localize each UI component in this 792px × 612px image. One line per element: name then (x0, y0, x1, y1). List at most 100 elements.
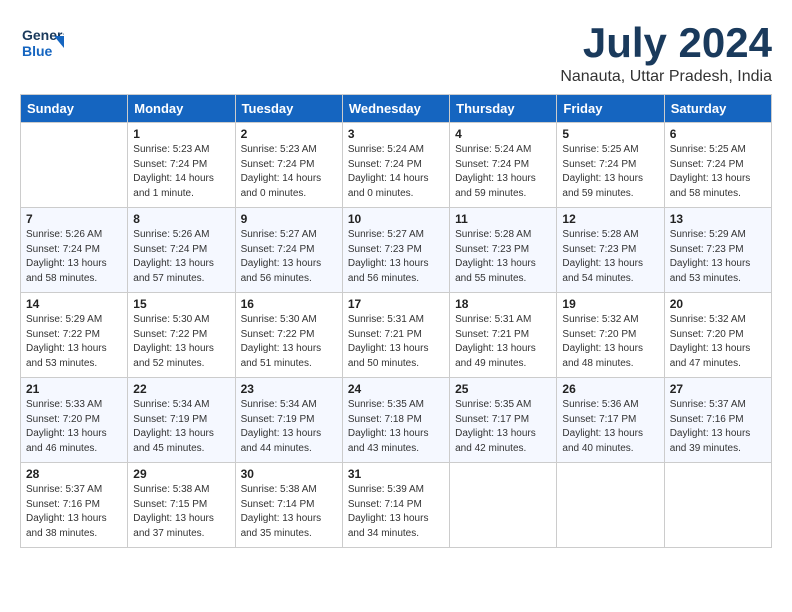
day-number: 7 (26, 212, 122, 226)
calendar-cell: 4Sunrise: 5:24 AMSunset: 7:24 PMDaylight… (450, 123, 557, 208)
day-number: 6 (670, 127, 766, 141)
day-info: Sunrise: 5:34 AMSunset: 7:19 PMDaylight:… (133, 398, 229, 456)
calendar-cell: 1 Sunrise: 5:23 AMSunset: 7:24 PMDaylight… (128, 123, 235, 208)
day-info: Sunrise: 5:38 AMSunset: 7:14 PMDaylight:… (241, 483, 337, 541)
calendar-cell: 8 Sunrise: 5:26 AMSunset: 7:24 PMDaylight… (128, 208, 235, 293)
calendar-cell (557, 463, 664, 548)
calendar-cell: 19Sunrise: 5:32 AMSunset: 7:20 PMDayligh… (557, 293, 664, 378)
day-number: 10 (348, 212, 444, 226)
day-number: 13 (670, 212, 766, 226)
day-number: 20 (670, 297, 766, 311)
day-number: 28 (26, 467, 122, 481)
calendar-cell: 13 Sunrise: 5:29 AMSunset: 7:23 PMDayligh… (664, 208, 771, 293)
day-number: 1 (133, 127, 229, 141)
day-info: Sunrise: 5:23 AMSunset: 7:24 PMDaylight:… (133, 143, 229, 201)
day-number: 9 (241, 212, 337, 226)
day-number: 2 (241, 127, 337, 141)
day-number: 31 (348, 467, 444, 481)
calendar-cell: 14Sunrise: 5:29 AMSunset: 7:22 PMDayligh… (21, 293, 128, 378)
col-header-tuesday: Tuesday (235, 95, 342, 123)
calendar-table: SundayMondayTuesdayWednesdayThursdayFrid… (20, 94, 772, 548)
calendar-cell: 22Sunrise: 5:34 AMSunset: 7:19 PMDayligh… (128, 378, 235, 463)
calendar-cell: 9 Sunrise: 5:27 AMSunset: 7:24 PMDaylight… (235, 208, 342, 293)
calendar-week-2: 7 Sunrise: 5:26 AMSunset: 7:24 PMDaylight… (21, 208, 772, 293)
day-number: 5 (562, 127, 658, 141)
col-header-sunday: Sunday (21, 95, 128, 123)
day-info: Sunrise: 5:26 AMSunset: 7:24 PMDaylight:… (133, 228, 229, 286)
calendar-cell: 7 Sunrise: 5:26 AMSunset: 7:24 PMDaylight… (21, 208, 128, 293)
calendar-cell: 27 Sunrise: 5:37 AMSunset: 7:16 PMDayligh… (664, 378, 771, 463)
calendar-cell: 29 Sunrise: 5:38 AMSunset: 7:15 PMDayligh… (128, 463, 235, 548)
calendar-cell (664, 463, 771, 548)
calendar-cell: 15 Sunrise: 5:30 AMSunset: 7:22 PMDayligh… (128, 293, 235, 378)
day-number: 29 (133, 467, 229, 481)
day-info: Sunrise: 5:24 AMSunset: 7:24 PMDaylight:… (348, 143, 444, 201)
calendar-week-1: 1 Sunrise: 5:23 AMSunset: 7:24 PMDaylight… (21, 123, 772, 208)
day-info: Sunrise: 5:27 AMSunset: 7:24 PMDaylight:… (241, 228, 337, 286)
day-info: Sunrise: 5:30 AMSunset: 7:22 PMDaylight:… (133, 313, 229, 371)
day-number: 26 (562, 382, 658, 396)
day-info: Sunrise: 5:28 AMSunset: 7:23 PMDaylight:… (455, 228, 551, 286)
day-number: 18 (455, 297, 551, 311)
day-number: 12 (562, 212, 658, 226)
col-header-saturday: Saturday (664, 95, 771, 123)
calendar-cell: 28Sunrise: 5:37 AMSunset: 7:16 PMDayligh… (21, 463, 128, 548)
calendar-cell: 24Sunrise: 5:35 AMSunset: 7:18 PMDayligh… (342, 378, 449, 463)
day-number: 30 (241, 467, 337, 481)
day-info: Sunrise: 5:32 AMSunset: 7:20 PMDaylight:… (670, 313, 766, 371)
svg-text:Blue: Blue (22, 43, 53, 59)
day-number: 24 (348, 382, 444, 396)
header-row: SundayMondayTuesdayWednesdayThursdayFrid… (21, 95, 772, 123)
logo: General Blue (20, 20, 68, 64)
header: General Blue July 2024 Nanauta, Uttar Pr… (20, 20, 772, 86)
col-header-friday: Friday (557, 95, 664, 123)
calendar-cell: 30 Sunrise: 5:38 AMSunset: 7:14 PMDayligh… (235, 463, 342, 548)
day-number: 19 (562, 297, 658, 311)
day-number: 3 (348, 127, 444, 141)
calendar-cell: 6 Sunrise: 5:25 AMSunset: 7:24 PMDaylight… (664, 123, 771, 208)
calendar-cell: 16Sunrise: 5:30 AMSunset: 7:22 PMDayligh… (235, 293, 342, 378)
calendar-cell: 10 Sunrise: 5:27 AMSunset: 7:23 PMDayligh… (342, 208, 449, 293)
calendar-cell: 17 Sunrise: 5:31 AMSunset: 7:21 PMDayligh… (342, 293, 449, 378)
svg-text:General: General (22, 27, 64, 43)
main-title: July 2024 (560, 20, 772, 66)
day-number: 17 (348, 297, 444, 311)
calendar-cell: 25Sunrise: 5:35 AMSunset: 7:17 PMDayligh… (450, 378, 557, 463)
day-info: Sunrise: 5:34 AMSunset: 7:19 PMDaylight:… (241, 398, 337, 456)
page-container: General Blue July 2024 Nanauta, Uttar Pr… (20, 20, 772, 548)
day-number: 11 (455, 212, 551, 226)
day-info: Sunrise: 5:38 AMSunset: 7:15 PMDaylight:… (133, 483, 229, 541)
day-number: 8 (133, 212, 229, 226)
day-info: Sunrise: 5:28 AMSunset: 7:23 PMDaylight:… (562, 228, 658, 286)
calendar-cell (21, 123, 128, 208)
day-info: Sunrise: 5:29 AMSunset: 7:23 PMDaylight:… (670, 228, 766, 286)
calendar-cell: 5 Sunrise: 5:25 AMSunset: 7:24 PMDaylight… (557, 123, 664, 208)
day-info: Sunrise: 5:36 AMSunset: 7:17 PMDaylight:… (562, 398, 658, 456)
day-info: Sunrise: 5:25 AMSunset: 7:24 PMDaylight:… (562, 143, 658, 201)
day-info: Sunrise: 5:24 AMSunset: 7:24 PMDaylight:… (455, 143, 551, 201)
day-info: Sunrise: 5:39 AMSunset: 7:14 PMDaylight:… (348, 483, 444, 541)
day-number: 27 (670, 382, 766, 396)
day-info: Sunrise: 5:35 AMSunset: 7:17 PMDaylight:… (455, 398, 551, 456)
col-header-monday: Monday (128, 95, 235, 123)
subtitle: Nanauta, Uttar Pradesh, India (560, 68, 772, 86)
day-info: Sunrise: 5:25 AMSunset: 7:24 PMDaylight:… (670, 143, 766, 201)
day-info: Sunrise: 5:26 AMSunset: 7:24 PMDaylight:… (26, 228, 122, 286)
day-info: Sunrise: 5:37 AMSunset: 7:16 PMDaylight:… (670, 398, 766, 456)
title-area: July 2024 Nanauta, Uttar Pradesh, India (560, 20, 772, 86)
day-number: 14 (26, 297, 122, 311)
calendar-week-3: 14Sunrise: 5:29 AMSunset: 7:22 PMDayligh… (21, 293, 772, 378)
calendar-cell: 11 Sunrise: 5:28 AMSunset: 7:23 PMDayligh… (450, 208, 557, 293)
calendar-cell: 2Sunrise: 5:23 AMSunset: 7:24 PMDaylight… (235, 123, 342, 208)
calendar-week-5: 28Sunrise: 5:37 AMSunset: 7:16 PMDayligh… (21, 463, 772, 548)
day-info: Sunrise: 5:33 AMSunset: 7:20 PMDaylight:… (26, 398, 122, 456)
day-info: Sunrise: 5:31 AMSunset: 7:21 PMDaylight:… (455, 313, 551, 371)
day-number: 23 (241, 382, 337, 396)
day-info: Sunrise: 5:27 AMSunset: 7:23 PMDaylight:… (348, 228, 444, 286)
calendar-cell: 3 Sunrise: 5:24 AMSunset: 7:24 PMDaylight… (342, 123, 449, 208)
day-info: Sunrise: 5:30 AMSunset: 7:22 PMDaylight:… (241, 313, 337, 371)
calendar-cell: 23 Sunrise: 5:34 AMSunset: 7:19 PMDayligh… (235, 378, 342, 463)
day-info: Sunrise: 5:31 AMSunset: 7:21 PMDaylight:… (348, 313, 444, 371)
day-number: 15 (133, 297, 229, 311)
calendar-week-4: 21Sunrise: 5:33 AMSunset: 7:20 PMDayligh… (21, 378, 772, 463)
